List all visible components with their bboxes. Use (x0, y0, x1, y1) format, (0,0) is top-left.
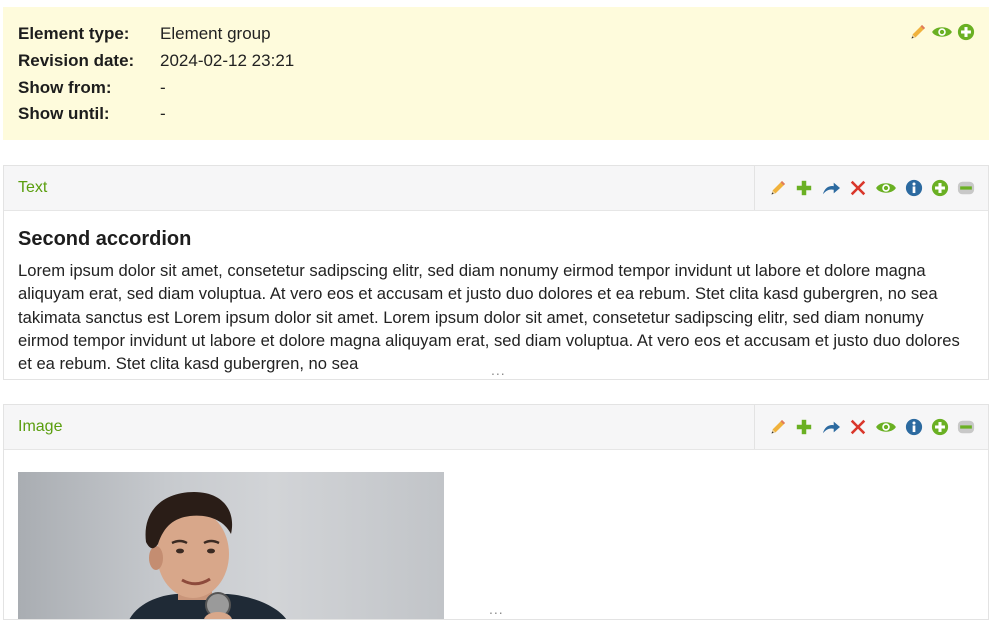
plus-circle-icon[interactable] (931, 179, 949, 197)
eye-icon[interactable] (875, 418, 897, 436)
info-icon[interactable] (905, 418, 923, 436)
info-value: 2024-02-12 23:21 (160, 51, 295, 70)
info-value: Element group (160, 24, 271, 43)
element-title[interactable]: Image (18, 417, 62, 437)
image-preview (18, 472, 444, 619)
content-element-text: Text Second accordion Lorem ipsum dolor … (3, 165, 989, 380)
info-label: Show until: (18, 104, 110, 123)
eye-icon[interactable] (931, 23, 953, 41)
accordion-text: Lorem ipsum dolor sit amet, consetetur s… (18, 261, 960, 374)
element-preview (18, 450, 974, 619)
element-toolbar (754, 405, 988, 449)
minus-icon[interactable] (957, 418, 975, 436)
element-toolbar (754, 166, 988, 210)
eye-icon[interactable] (875, 179, 897, 197)
accordion-heading: Second accordion (18, 228, 192, 250)
pencil-icon[interactable] (909, 23, 927, 41)
plus-icon[interactable] (795, 179, 813, 197)
pencil-icon[interactable] (769, 418, 787, 436)
delete-icon[interactable] (849, 418, 867, 436)
info-toolbar (909, 23, 975, 41)
element-header: Image (4, 405, 988, 450)
info-label: Revision date: (18, 51, 135, 70)
plus-icon[interactable] (795, 418, 813, 436)
expand-preview-handle[interactable]: ... (489, 601, 504, 617)
move-icon[interactable] (821, 418, 841, 436)
minus-icon[interactable] (957, 179, 975, 197)
info-value: - (160, 104, 166, 123)
plus-circle-icon[interactable] (931, 418, 949, 436)
person-photo (129, 492, 286, 619)
element-preview: Second accordion Lorem ipsum dolor sit a… (18, 211, 974, 379)
element-title[interactable]: Text (18, 178, 47, 198)
element-header: Text (4, 166, 988, 211)
info-value: - (160, 78, 166, 97)
element-info-panel: Element type: Element group Revision dat… (3, 7, 989, 140)
move-icon[interactable] (821, 179, 841, 197)
pencil-icon[interactable] (769, 179, 787, 197)
delete-icon[interactable] (849, 179, 867, 197)
info-icon[interactable] (905, 179, 923, 197)
info-label: Element type: (18, 24, 130, 43)
info-label: Show from: (18, 78, 112, 97)
expand-preview-handle[interactable]: ... (491, 362, 506, 378)
content-element-image: Image ... (3, 404, 989, 620)
plus-circle-icon[interactable] (957, 23, 975, 41)
